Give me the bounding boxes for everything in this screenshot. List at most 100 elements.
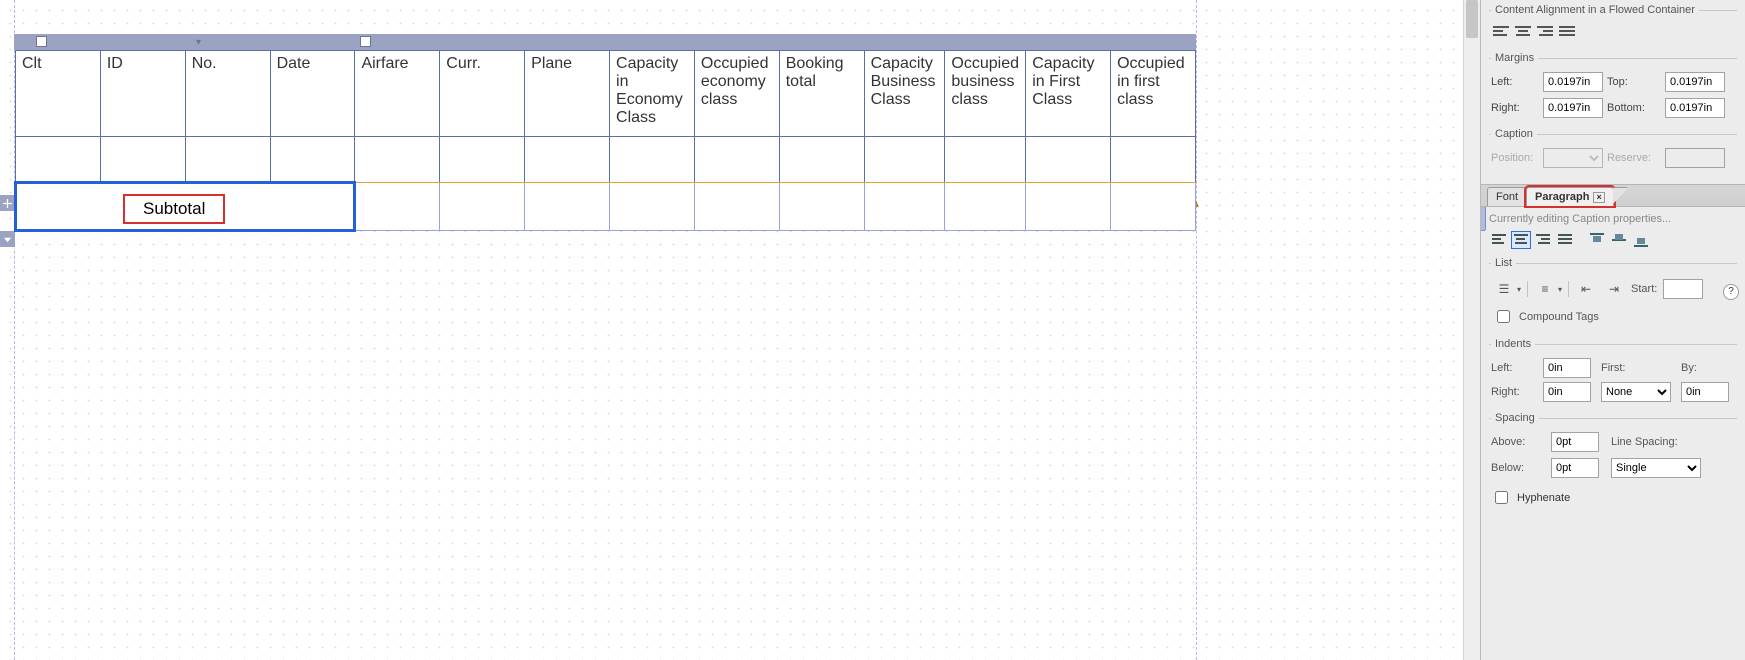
column-header[interactable]: Capacity Business Class bbox=[864, 51, 945, 137]
content-alignment-section: Content Alignment in a Flowed Container bbox=[1489, 4, 1737, 46]
list-start-input bbox=[1663, 279, 1703, 299]
margin-left-label: Left: bbox=[1491, 76, 1539, 88]
margin-top-label: Top: bbox=[1607, 76, 1661, 88]
hyphenate-label: Hyphenate bbox=[1517, 492, 1570, 504]
indent-right-label: Right: bbox=[1491, 386, 1533, 398]
spacing-below-input[interactable] bbox=[1551, 458, 1599, 478]
indent-first-select[interactable]: None bbox=[1601, 382, 1671, 402]
caption-position-label: Position: bbox=[1491, 152, 1539, 164]
line-spacing-select[interactable]: Single bbox=[1611, 458, 1701, 478]
subtotal-caption[interactable]: Subtotal bbox=[123, 194, 225, 224]
table-data-row[interactable] bbox=[16, 137, 1196, 183]
margin-bottom-label: Bottom: bbox=[1607, 102, 1661, 114]
column-menu-icon[interactable]: ▾ bbox=[196, 37, 201, 48]
flow-align-top-icon[interactable] bbox=[1493, 26, 1509, 38]
table-footer-row[interactable]: Subtotal bbox=[16, 183, 1196, 231]
column-grip[interactable] bbox=[360, 36, 371, 47]
hyphenate-checkbox[interactable] bbox=[1495, 491, 1508, 504]
bullet-list-icon[interactable]: ☰ bbox=[1493, 280, 1515, 298]
fieldset-legend: Content Alignment in a Flowed Container bbox=[1491, 4, 1699, 16]
palette-tabs: Font Paragraph × bbox=[1481, 184, 1745, 207]
fieldset-legend: Indents bbox=[1491, 338, 1535, 350]
column-selection-bar[interactable]: ▾ bbox=[14, 34, 1196, 50]
tab-font[interactable]: Font bbox=[1487, 187, 1527, 206]
column-header[interactable]: ID bbox=[100, 51, 185, 137]
caption-reserve-label: Reserve: bbox=[1607, 152, 1661, 164]
indent-left-input[interactable] bbox=[1543, 358, 1591, 378]
indent-by-label: By: bbox=[1681, 362, 1729, 374]
margin-right-input[interactable] bbox=[1543, 98, 1603, 118]
fieldset-legend: List bbox=[1491, 257, 1516, 269]
dropdown-arrow-icon[interactable]: ▾ bbox=[1558, 285, 1562, 294]
column-header[interactable]: Date bbox=[270, 51, 355, 137]
column-header[interactable]: No. bbox=[185, 51, 270, 137]
tab-close-icon[interactable]: × bbox=[1593, 192, 1604, 203]
spacing-section: Spacing Above: Line Spacing: Below: Sing… bbox=[1489, 412, 1737, 482]
spacing-above-label: Above: bbox=[1491, 436, 1539, 448]
tab-paragraph-label: Paragraph bbox=[1535, 191, 1589, 203]
column-header[interactable]: Occupied in first class bbox=[1111, 51, 1196, 137]
dropdown-arrow-icon[interactable]: ▾ bbox=[1517, 285, 1521, 294]
footer-subtotal-cell[interactable]: Subtotal bbox=[16, 183, 355, 231]
column-header[interactable]: Plane bbox=[525, 51, 610, 137]
line-spacing-label: Line Spacing: bbox=[1611, 436, 1701, 448]
margin-left-input[interactable] bbox=[1543, 72, 1603, 92]
caption-reserve-input bbox=[1665, 148, 1725, 168]
indent-left-label: Left: bbox=[1491, 362, 1533, 374]
margin-bottom-input[interactable] bbox=[1665, 98, 1725, 118]
valign-middle-icon[interactable] bbox=[1609, 231, 1629, 249]
form-table[interactable]: Clt ID No. Date Airfare Curr. Plane Capa… bbox=[14, 50, 1196, 232]
margin-top-input[interactable] bbox=[1665, 72, 1725, 92]
form-design-canvas[interactable]: ▾ Clt ID No. Date Airfare Curr. Plane Ca… bbox=[0, 0, 1480, 660]
align-left-icon[interactable] bbox=[1489, 231, 1509, 249]
indent-right-input[interactable] bbox=[1543, 382, 1591, 402]
caption-section: Caption Position: Reserve: bbox=[1489, 128, 1737, 172]
column-header[interactable]: Curr. bbox=[440, 51, 525, 137]
column-grip[interactable] bbox=[36, 36, 47, 47]
valign-bottom-icon[interactable] bbox=[1631, 231, 1651, 249]
numbered-list-icon[interactable]: ≡ bbox=[1534, 280, 1556, 298]
align-right-icon[interactable] bbox=[1533, 231, 1553, 249]
tab-paragraph[interactable]: Paragraph × bbox=[1526, 187, 1614, 206]
flow-align-middle-icon[interactable] bbox=[1515, 26, 1531, 38]
separator bbox=[1527, 281, 1528, 297]
margin-right-label: Right: bbox=[1491, 102, 1539, 114]
table-header-row: Clt ID No. Date Airfare Curr. Plane Capa… bbox=[16, 51, 1196, 137]
align-center-icon[interactable] bbox=[1511, 231, 1531, 249]
spacing-below-label: Below: bbox=[1491, 462, 1539, 474]
outdent-icon[interactable]: ⇤ bbox=[1575, 280, 1597, 298]
align-justify-icon[interactable] bbox=[1555, 231, 1575, 249]
properties-panel: Content Alignment in a Flowed Container … bbox=[1480, 0, 1745, 660]
list-start-label: Start: bbox=[1631, 283, 1657, 295]
column-header[interactable]: Capacity in First Class bbox=[1026, 51, 1111, 137]
caption-position-select bbox=[1543, 148, 1603, 168]
list-section: List ☰▾ ≡▾ ⇤ ⇥ Start: Compound Tags bbox=[1489, 257, 1737, 332]
compound-tags-checkbox[interactable] bbox=[1497, 310, 1510, 323]
column-header[interactable]: Capacity in Economy Class bbox=[610, 51, 695, 137]
indent-first-label: First: bbox=[1601, 362, 1643, 374]
indents-section: Indents Left: First: By: Right: None bbox=[1489, 338, 1737, 406]
column-header[interactable]: Clt bbox=[16, 51, 101, 137]
scrollbar-thumb[interactable] bbox=[1466, 0, 1478, 38]
compound-tags-label: Compound Tags bbox=[1519, 311, 1599, 323]
paragraph-align-row bbox=[1481, 227, 1745, 253]
separator bbox=[1568, 281, 1569, 297]
row-handle[interactable] bbox=[0, 230, 16, 248]
flow-align-justify-icon[interactable] bbox=[1559, 26, 1575, 38]
fieldset-legend: Margins bbox=[1491, 52, 1538, 64]
fieldset-legend: Spacing bbox=[1491, 412, 1539, 424]
separator bbox=[1577, 231, 1585, 249]
guide-line-right bbox=[1196, 0, 1197, 660]
indent-by-input[interactable] bbox=[1681, 382, 1729, 402]
column-header[interactable]: Occupied economy class bbox=[694, 51, 779, 137]
indent-icon[interactable]: ⇥ bbox=[1603, 280, 1625, 298]
margins-section: Margins Left: Top: Right: Bottom: bbox=[1489, 52, 1737, 122]
spacing-above-input[interactable] bbox=[1551, 432, 1599, 452]
column-header[interactable]: Booking total bbox=[779, 51, 864, 137]
tab-tail-decoration bbox=[1613, 187, 1627, 206]
column-header[interactable]: Occupied business class bbox=[945, 51, 1026, 137]
valign-top-icon[interactable] bbox=[1587, 231, 1607, 249]
canvas-scrollbar[interactable] bbox=[1463, 0, 1480, 660]
column-header[interactable]: Airfare bbox=[355, 51, 440, 137]
flow-align-bottom-icon[interactable] bbox=[1537, 26, 1553, 38]
